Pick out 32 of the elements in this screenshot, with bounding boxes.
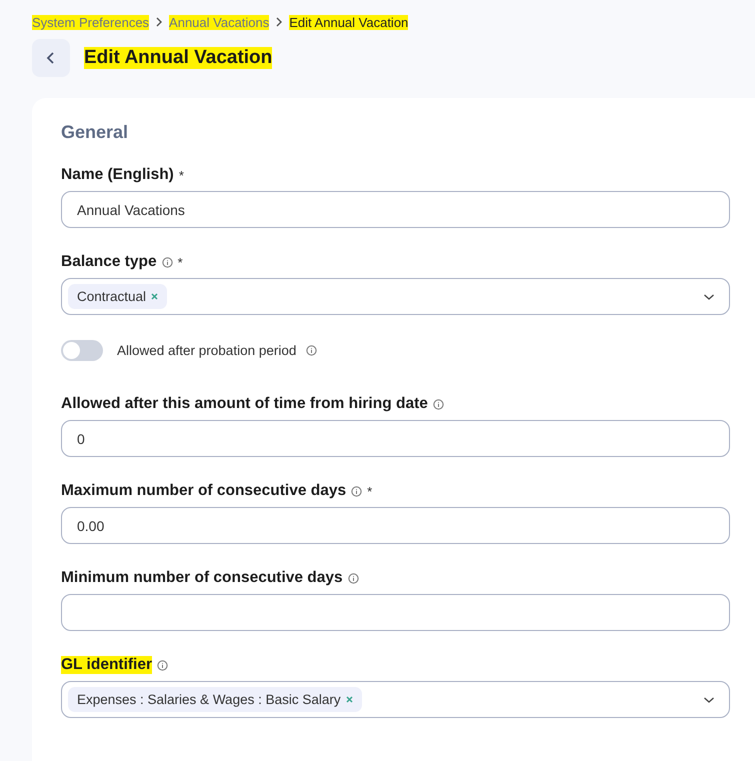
- field-label: Maximum number of consecutive days: [61, 482, 346, 500]
- field-label: Balance type: [61, 253, 157, 271]
- back-button[interactable]: [32, 39, 70, 77]
- remove-icon[interactable]: [346, 696, 353, 703]
- field-label: Minimum number of consecutive days: [61, 569, 343, 587]
- page-title: Edit Annual Vacation: [84, 47, 272, 69]
- required-mark: *: [178, 168, 184, 182]
- section-title: General: [61, 122, 130, 143]
- field-label: Name (English): [61, 166, 174, 184]
- toggle-label: Allowed after probation period: [117, 343, 296, 358]
- toggle-switch[interactable]: [61, 340, 103, 361]
- text-field[interactable]: 0: [61, 420, 730, 457]
- breadcrumb-item: Edit Annual Vacation: [289, 14, 408, 30]
- required-mark: *: [367, 484, 372, 498]
- chevron-right-icon: [155, 17, 164, 27]
- select-field[interactable]: Contractual: [61, 278, 730, 315]
- text-field[interactable]: 0.00: [61, 507, 730, 544]
- chevron-left-icon: [46, 51, 56, 65]
- selected-tag: Expenses : Salaries & Wages : Basic Salary: [68, 687, 362, 712]
- chevron-down-icon: [703, 696, 715, 704]
- text-field[interactable]: Annual Vacations: [61, 191, 730, 228]
- select-field[interactable]: Expenses : Salaries & Wages : Basic Salary: [61, 681, 730, 718]
- text-field[interactable]: [61, 594, 730, 631]
- remove-icon[interactable]: [151, 293, 158, 300]
- selected-tag: Contractual: [68, 284, 168, 309]
- field-label: GL identifier: [61, 656, 152, 674]
- chevron-down-icon: [703, 292, 715, 300]
- field-label: Allowed after this amount of time from hiring date: [61, 395, 428, 413]
- breadcrumb-item[interactable]: Annual Vacations: [169, 14, 270, 30]
- chevron-right-icon: [275, 17, 284, 27]
- required-mark: *: [178, 254, 183, 270]
- breadcrumb-item[interactable]: System Preferences: [32, 14, 150, 30]
